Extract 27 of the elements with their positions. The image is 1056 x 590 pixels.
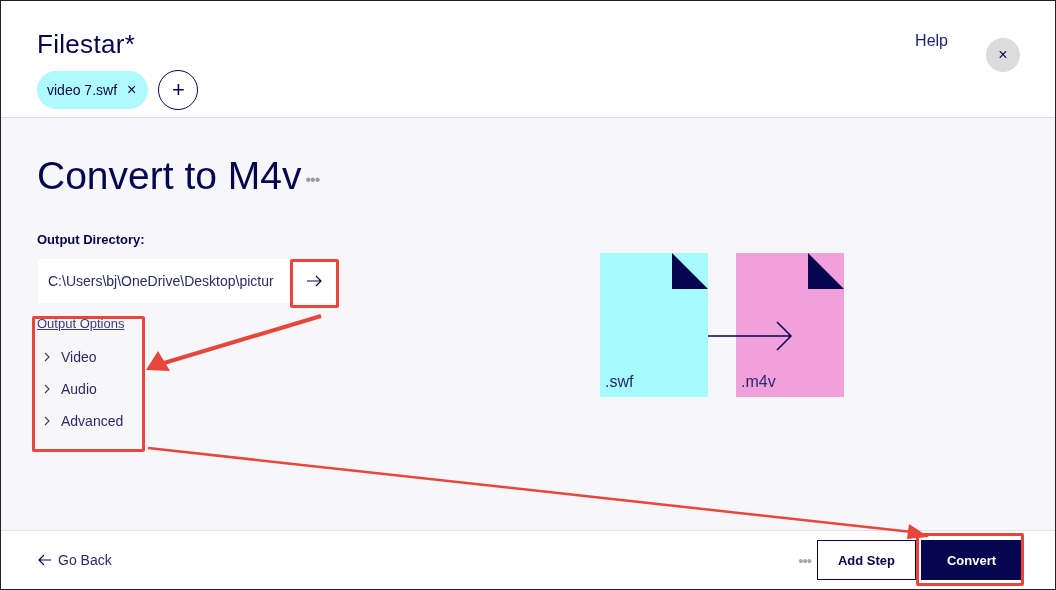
chevron-right-icon <box>43 384 51 394</box>
arrow-right-icon <box>305 274 322 287</box>
remove-file-button[interactable]: × <box>127 81 137 99</box>
help-link[interactable]: Help <box>915 32 948 50</box>
directory-field[interactable]: C:\Users\bj\OneDrive\Desktop\pictur <box>38 259 291 303</box>
logo: Filestar* <box>37 29 137 60</box>
convert-button[interactable]: Convert <box>921 540 1022 580</box>
option-item[interactable]: Advanced <box>43 413 337 429</box>
file-extension: .m4v <box>741 373 776 391</box>
file-extension: .swf <box>605 373 634 391</box>
output-options-link[interactable]: Output Options <box>37 316 125 331</box>
arrow-left-icon <box>38 554 52 566</box>
chevron-right-icon <box>43 416 51 426</box>
go-back-link[interactable]: Go Back <box>38 552 112 568</box>
option-item[interactable]: Audio <box>43 381 337 397</box>
close-button[interactable]: × <box>986 38 1020 72</box>
add-file-button[interactable]: + <box>158 70 199 110</box>
option-item[interactable]: Video <box>43 349 337 365</box>
chevron-right-icon <box>43 352 51 362</box>
annotation-box <box>290 259 339 308</box>
folded-corner-icon <box>808 253 844 289</box>
field-label: Output Directory: <box>37 232 146 247</box>
add-step-button[interactable]: Add Step <box>817 540 916 580</box>
arrow-icon <box>708 321 793 351</box>
file-name: video 7.swf <box>47 82 118 98</box>
folded-corner-icon <box>672 253 708 289</box>
page-title: Convert to M4v <box>37 154 302 198</box>
